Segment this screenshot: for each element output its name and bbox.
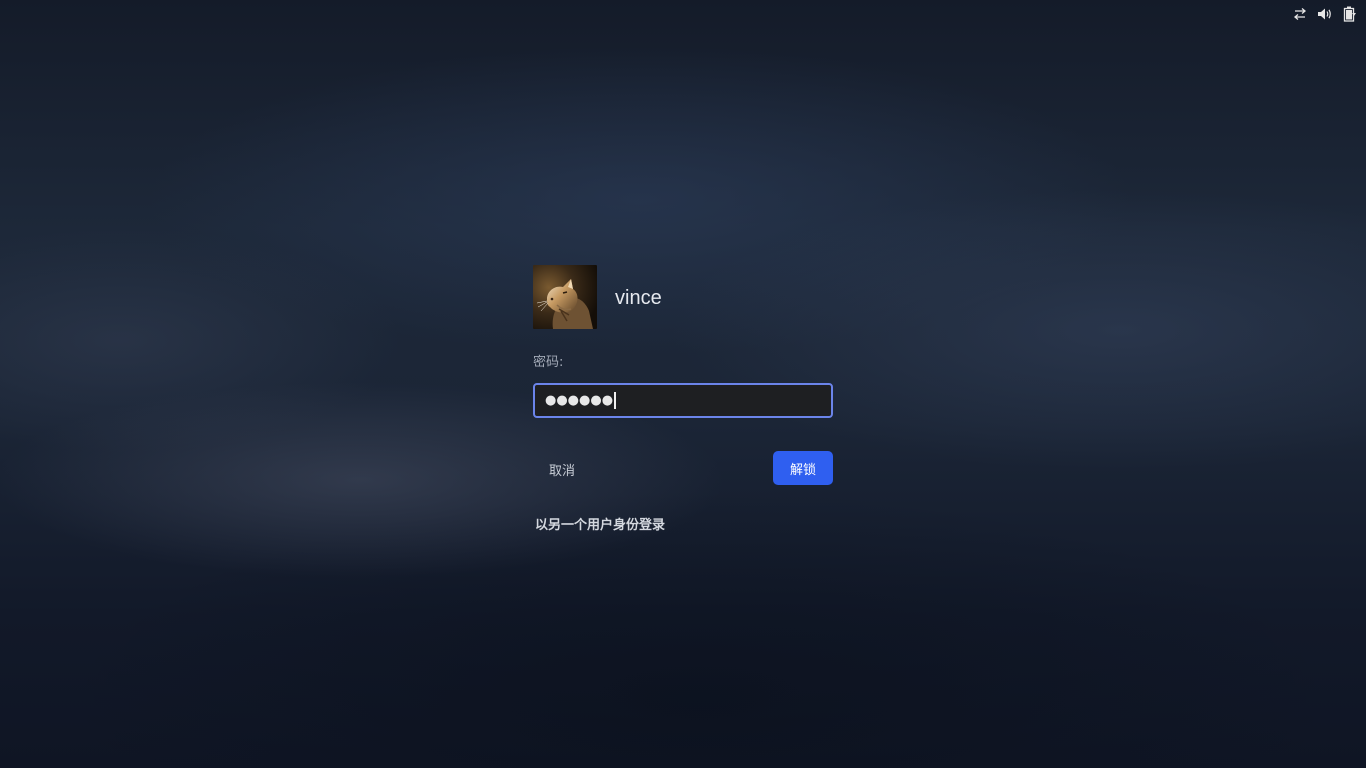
password-input[interactable]: ●●●●●● [533, 383, 833, 418]
unlock-dialog: vince 密码: ●●●●●● 取消 解锁 以另一个用户身份登录 [533, 265, 833, 533]
user-avatar [533, 265, 597, 329]
user-row: vince [533, 265, 833, 329]
network-icon[interactable] [1291, 5, 1308, 22]
text-cursor [614, 392, 616, 409]
unlock-button[interactable]: 解锁 [773, 451, 833, 485]
battery-icon[interactable] [1341, 5, 1358, 22]
button-row: 取消 解锁 [533, 451, 833, 485]
username: vince [615, 286, 662, 309]
password-label: 密码: [533, 355, 564, 370]
switch-user-link[interactable]: 以另一个用户身份登录 [535, 514, 833, 533]
cancel-button[interactable]: 取消 [533, 460, 575, 479]
system-tray [1291, 5, 1358, 22]
password-mask: ●●●●●● [545, 393, 614, 408]
volume-icon[interactable] [1316, 5, 1333, 22]
